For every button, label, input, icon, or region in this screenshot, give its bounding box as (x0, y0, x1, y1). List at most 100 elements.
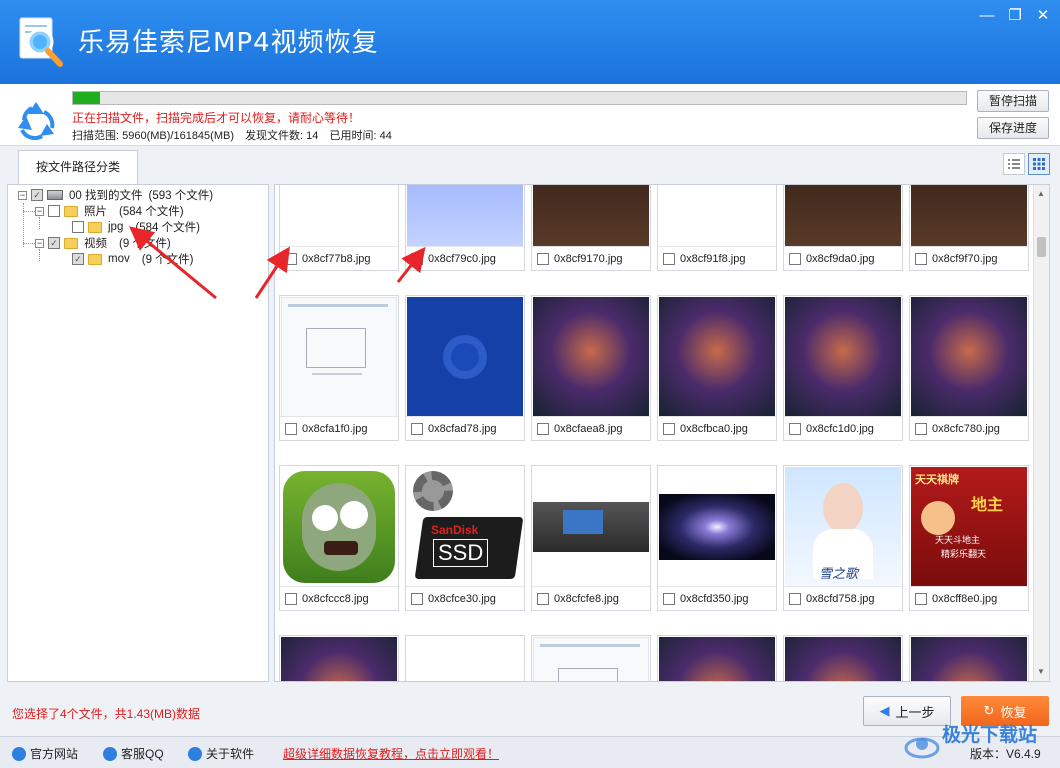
scroll-down-icon[interactable]: ▼ (1037, 667, 1045, 676)
website-link[interactable]: 官方网站 (12, 745, 78, 762)
about-link[interactable]: 关于软件 (188, 745, 254, 762)
scroll-thumb[interactable] (1037, 237, 1046, 257)
pause-scan-button[interactable]: 暂停扫描 (977, 90, 1049, 112)
watermark-text: 极光下载站 (942, 725, 1038, 746)
drive-icon (47, 190, 63, 200)
thumbnail-item[interactable]: 0x8cf77b8.jpg (279, 185, 399, 271)
grid-view-button[interactable] (1028, 153, 1050, 175)
thumbnail-filename: 0x8cfa1f0.jpg (302, 422, 368, 435)
game-art-image (659, 297, 775, 417)
mov-checkbox[interactable]: ✓ (72, 253, 84, 265)
thumbnail-checkbox[interactable] (789, 422, 801, 435)
screenshot-image (281, 185, 397, 247)
thumbnail-checkbox[interactable] (789, 592, 801, 605)
tab-by-path[interactable]: 按文件路径分类 (18, 150, 138, 184)
videos-checkbox[interactable]: ✓ (48, 237, 60, 249)
thumbnail-checkbox[interactable] (285, 422, 297, 435)
photos-checkbox[interactable] (48, 205, 60, 217)
tree-node-photos[interactable]: − 照片 (584 个文件) (35, 203, 184, 219)
info-icon (188, 746, 202, 761)
thumbnail-filename: 0x8cfce30.jpg (428, 592, 496, 605)
restore-icon[interactable]: ❐ (1003, 6, 1027, 26)
thumbnail-checkbox[interactable] (915, 592, 927, 605)
vertical-scrollbar[interactable]: ▲ ▼ (1033, 185, 1049, 681)
thumbnail-item[interactable]: 雪之歌 0x8cfd758.jpg (783, 465, 903, 611)
thumbnail-checkbox[interactable] (537, 422, 549, 435)
tree-root-count: (593 个文件) (148, 190, 214, 202)
dark-image (911, 185, 1027, 247)
support-qq-link[interactable]: 客服QQ (103, 745, 164, 762)
thumbnail-item[interactable] (909, 635, 1029, 681)
root-checkbox[interactable]: ✓ (31, 189, 43, 201)
tree-videos-label: 视频 (84, 238, 107, 250)
thumbnail-checkbox[interactable] (411, 422, 423, 435)
thumbnail-item[interactable]: 0x8cf9f70.jpg (909, 185, 1029, 271)
thumbnail-item[interactable] (657, 635, 777, 681)
close-icon[interactable]: ✕ (1031, 6, 1055, 26)
thumbnail-item[interactable]: 0x8cf91f8.jpg (657, 185, 777, 271)
thumbnail-checkbox[interactable] (411, 592, 423, 605)
thumbnail-item[interactable] (405, 635, 525, 681)
thumbnail-item[interactable]: 0x8cf9da0.jpg (783, 185, 903, 271)
scan-progress-bar (72, 91, 967, 105)
thumbnail-checkbox[interactable] (537, 592, 549, 605)
thumbnail-filename: 0x8cfaea8.jpg (554, 422, 623, 435)
thumbnail-item[interactable]: 0x8cfbca0.jpg (657, 295, 777, 441)
thumbnail-item[interactable]: 天天祺牌 地主 天天斗地主 精彩乐翻天 0x8cff8e0.jpg (909, 465, 1029, 611)
thumbnail-item[interactable]: 0x8cfd350.jpg (657, 465, 777, 611)
collapse-icon[interactable]: − (35, 238, 44, 248)
thumbnail-item[interactable]: 0x8cfc780.jpg (909, 295, 1029, 441)
thumbnail-filename: 0x8cf91f8.jpg (680, 252, 746, 265)
jpg-checkbox[interactable] (72, 221, 84, 233)
tree-mov-label: mov (108, 253, 130, 265)
thumbnail-item[interactable] (531, 635, 651, 681)
thumbnail-item[interactable]: 尚官版 0x8cf79c0.jpg (405, 185, 525, 271)
thumbnail-checkbox[interactable] (915, 422, 927, 435)
thumbnail-item[interactable] (783, 635, 903, 681)
thumbnail-item[interactable]: 0x8cfa1f0.jpg (279, 295, 399, 441)
thumbnail-checkbox[interactable] (285, 592, 297, 605)
scan-warning-text: 正在扫描文件，扫描完成后才可以恢复，请耐心等待！ (72, 111, 361, 125)
ssd-image: SanDisk SSD (407, 467, 523, 587)
thumbnail-caption: 0x8cfa1f0.jpg (280, 416, 398, 440)
dark-image (785, 185, 901, 247)
tree-node-jpg[interactable]: jpg (584 个文件) (72, 219, 200, 235)
thumbnail-caption: 0x8cf9f70.jpg (910, 246, 1028, 270)
minimize-icon[interactable]: — (975, 6, 999, 26)
ssd-brand: SanDisk (431, 523, 479, 537)
thumbnail-checkbox[interactable] (915, 252, 927, 265)
tree-node-videos[interactable]: − ✓ 视频 (9 个文件) (35, 235, 171, 251)
tutorial-link[interactable]: 超级详细数据恢复教程，点击立即观看！ (283, 745, 499, 762)
thumbnail-checkbox[interactable] (663, 592, 675, 605)
thumbnail-filename: 0x8cfbca0.jpg (680, 422, 748, 435)
thumbnail-item[interactable]: 0x8cfaea8.jpg (531, 295, 651, 441)
thumbnail-item[interactable] (279, 635, 399, 681)
thumbnail-item[interactable]: 0x8cfad78.jpg (405, 295, 525, 441)
thumbnail-checkbox[interactable] (285, 252, 297, 265)
thumbnail-item[interactable]: SanDisk SSD 0x8cfce30.jpg (405, 465, 525, 611)
thumbnail-item[interactable]: 0x8cfc1d0.jpg (783, 295, 903, 441)
list-view-button[interactable] (1003, 153, 1025, 175)
folder-icon (64, 205, 78, 217)
thumbnail-checkbox[interactable] (537, 252, 549, 265)
collapse-icon[interactable]: − (35, 206, 44, 216)
selection-info: 您选择了4个文件，共1.43(MB)数据 (12, 707, 201, 721)
thumbnail-checkbox[interactable] (411, 252, 423, 265)
thumbnail-checkbox[interactable] (663, 252, 675, 265)
scroll-up-icon[interactable]: ▲ (1037, 189, 1045, 198)
thumbnail-item[interactable]: 0x8cfccc8.jpg (279, 465, 399, 611)
thumbnail-checkbox[interactable] (663, 422, 675, 435)
collapse-icon[interactable]: − (18, 190, 27, 200)
thumbnail-filename: 0x8cfc780.jpg (932, 422, 1000, 435)
tree-node-root[interactable]: − ✓ 00 找到的文件 (593 个文件) (18, 187, 213, 203)
thumbnail-filename: 0x8cfd758.jpg (806, 592, 875, 605)
save-progress-button[interactable]: 保存进度 (977, 117, 1049, 139)
tree-node-mov[interactable]: ✓ mov (9 个文件) (72, 251, 193, 267)
cartoon-sub2: 精彩乐翻天 (941, 549, 987, 559)
thumbnail-item[interactable]: 0x8cf9170.jpg (531, 185, 651, 271)
tree-root-label: 00 找到的文件 (69, 190, 143, 202)
thumbnail-filename: 0x8cfad78.jpg (428, 422, 497, 435)
thumbnail-item[interactable]: 0x8cfcfe8.jpg (531, 465, 651, 611)
game-art-image (281, 637, 397, 681)
thumbnail-checkbox[interactable] (789, 252, 801, 265)
